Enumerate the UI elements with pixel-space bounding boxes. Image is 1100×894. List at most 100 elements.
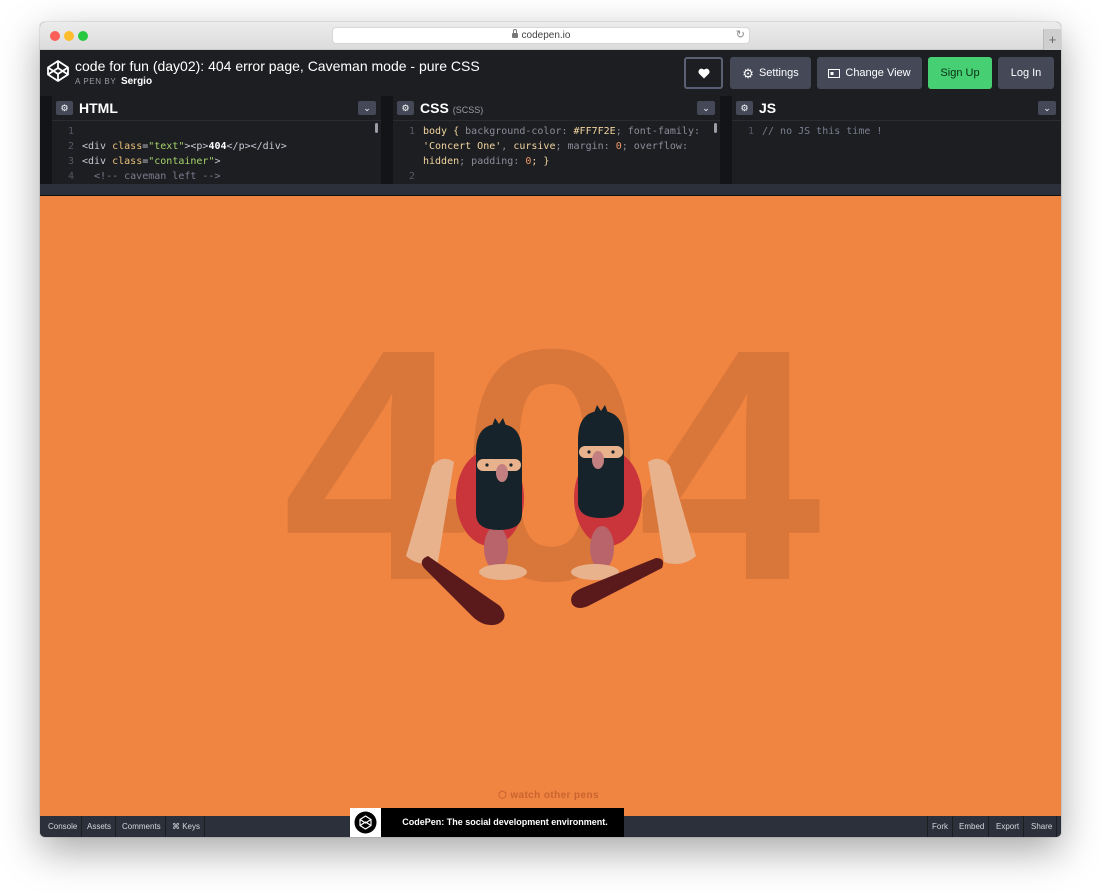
- code-token: <!-- caveman left -->: [82, 171, 221, 182]
- html-editor[interactable]: ⚙ HTML ⌄ 1 2 <div class="text"><p>404</p><…: [52, 96, 381, 184]
- export-button[interactable]: Export: [992, 816, 1025, 837]
- js-editor-title: JS: [759, 100, 777, 116]
- line-number: 1: [408, 126, 415, 137]
- code-line[interactable]: 2 <div class="text"><p>404</p></div>: [52, 139, 381, 154]
- code-token: 'Concert One': [423, 141, 502, 152]
- keys-button[interactable]: ⌘ Keys: [168, 816, 206, 837]
- code-token: </p></div>: [226, 141, 287, 152]
- css-settings-icon[interactable]: ⚙: [397, 101, 414, 115]
- settings-button[interactable]: ⚙ Settings: [730, 57, 811, 89]
- promo-text: CodePen: The social development environm…: [402, 817, 608, 827]
- code-token: #FF7F2E: [573, 126, 616, 137]
- comments-button[interactable]: Comments: [118, 816, 166, 837]
- console-button[interactable]: Console: [44, 816, 83, 837]
- css-collapse-chevron-icon[interactable]: ⌄: [697, 101, 715, 115]
- caveman-left-nose: [496, 464, 508, 482]
- js-collapse-chevron-icon[interactable]: ⌄: [1038, 101, 1056, 115]
- code-line[interactable]: 1 body { background-color: #FF7F2E; font-…: [393, 124, 720, 139]
- code-token: "text": [148, 141, 185, 152]
- code-line[interactable]: hidden; padding: 0; }: [393, 154, 720, 169]
- code-line[interactable]: 2: [393, 169, 720, 184]
- change-view-button[interactable]: Change View: [817, 57, 922, 89]
- close-window-button[interactable]: [50, 31, 60, 41]
- caveman-right-eye-1: [587, 450, 591, 454]
- assets-button[interactable]: Assets: [83, 816, 117, 837]
- pen-by-label: A PEN BY: [75, 77, 117, 86]
- watch-other-pens-link[interactable]: ⬡ watch other pens: [498, 790, 599, 801]
- html-editor-title: HTML: [79, 100, 118, 116]
- line-number: 3: [67, 156, 74, 167]
- codepen-small-icon: ⬡: [498, 790, 511, 801]
- log-in-label: Log In: [1010, 67, 1042, 79]
- js-settings-icon[interactable]: ⚙: [736, 101, 753, 115]
- line-number: 4: [67, 171, 74, 182]
- pen-title: code for fun (day02): 404 error page, Ca…: [75, 58, 480, 74]
- url-text: codepen.io: [521, 30, 571, 41]
- code-token: cursive: [513, 141, 556, 152]
- code-token: ;: [615, 126, 628, 137]
- caveman-left-leg: [484, 526, 508, 570]
- html-collapse-chevron-icon[interactable]: ⌄: [358, 101, 376, 115]
- code-token: 404: [208, 141, 227, 152]
- css-title-text: CSS: [420, 100, 449, 116]
- new-tab-button[interactable]: +: [1043, 29, 1061, 50]
- css-code[interactable]: 1 body { background-color: #FF7F2E; font-…: [393, 124, 720, 184]
- gear-icon: ⚙: [742, 65, 754, 81]
- js-editor[interactable]: ⚙ JS ⌄ 1 // no JS this time !: [732, 96, 1061, 184]
- code-token: // no JS this time !: [762, 126, 883, 137]
- big-404-text: 404: [283, 280, 824, 649]
- editor-panels: ⚙ HTML ⌄ 1 2 <div class="text"><p>404</p><…: [40, 96, 1061, 184]
- code-line[interactable]: 4 <!-- caveman left -->: [52, 169, 381, 184]
- zoom-window-button[interactable]: [78, 31, 88, 41]
- code-token: class: [112, 141, 143, 152]
- result-preview[interactable]: 404 ⬡ watch other pens: [40, 196, 1061, 816]
- code-token: <div: [82, 141, 113, 152]
- code-token: background-color:: [465, 126, 574, 137]
- code-token: "container": [148, 156, 215, 167]
- code-token: overflow:: [633, 141, 688, 152]
- code-token: ; }: [531, 156, 550, 167]
- code-token: ;: [555, 141, 568, 152]
- code-token: >: [214, 156, 221, 167]
- address-bar[interactable]: codepen.io ↻: [332, 27, 750, 44]
- caveman-right-leg: [590, 526, 614, 570]
- log-in-button[interactable]: Log In: [998, 57, 1054, 89]
- code-line[interactable]: 1 // no JS this time !: [732, 124, 1061, 139]
- fork-button[interactable]: Fork: [927, 816, 953, 837]
- js-code[interactable]: 1 // no JS this time !: [732, 124, 1061, 139]
- settings-label: Settings: [758, 67, 799, 79]
- reload-icon[interactable]: ↻: [736, 28, 745, 43]
- author-link[interactable]: Sergio: [121, 76, 152, 87]
- html-scrollbar[interactable]: [375, 123, 378, 133]
- codepen-promo-banner[interactable]: CodePen: The social development environm…: [350, 808, 624, 837]
- css-editor-title: CSS (SCSS): [420, 100, 483, 116]
- code-line[interactable]: 1: [52, 124, 381, 139]
- caveman-right-eye-2: [611, 450, 615, 454]
- codepen-promo-logo-icon: [354, 811, 377, 834]
- codepen-logo-icon[interactable]: [46, 59, 70, 83]
- css-editor-header: ⚙ CSS (SCSS) ⌄: [393, 96, 720, 121]
- code-line[interactable]: 'Concert One', cursive; margin: 0; overf…: [393, 139, 720, 154]
- code-line[interactable]: 3 <div class="container">: [52, 154, 381, 169]
- browser-window: codepen.io ↻ + code for fun (day02): 404…: [40, 22, 1061, 837]
- love-button[interactable]: [684, 57, 723, 89]
- browser-toolbar: codepen.io ↻ +: [40, 22, 1061, 50]
- minimize-window-button[interactable]: [64, 31, 74, 41]
- code-token: class: [112, 156, 143, 167]
- caveman-right-nose: [592, 451, 604, 469]
- line-number: 1: [747, 126, 754, 137]
- css-preprocessor-label: (SCSS): [452, 105, 484, 115]
- caveman-404-illustration: 404: [283, 280, 830, 649]
- css-editor[interactable]: ⚙ CSS (SCSS) ⌄ 1 body { background-color: …: [393, 96, 720, 184]
- sign-up-button[interactable]: Sign Up: [928, 57, 992, 89]
- code-token: ,: [501, 141, 514, 152]
- code-token: margin:: [567, 141, 616, 152]
- share-button[interactable]: Share: [1027, 816, 1058, 837]
- editor-resize-handle[interactable]: [40, 184, 1061, 196]
- code-token: ;: [459, 156, 472, 167]
- html-settings-icon[interactable]: ⚙: [56, 101, 73, 115]
- change-view-label: Change View: [845, 67, 911, 79]
- css-scrollbar[interactable]: [714, 123, 717, 133]
- embed-button[interactable]: Embed: [955, 816, 990, 837]
- html-code[interactable]: 1 2 <div class="text"><p>404</p></div> 3 <di…: [52, 124, 381, 184]
